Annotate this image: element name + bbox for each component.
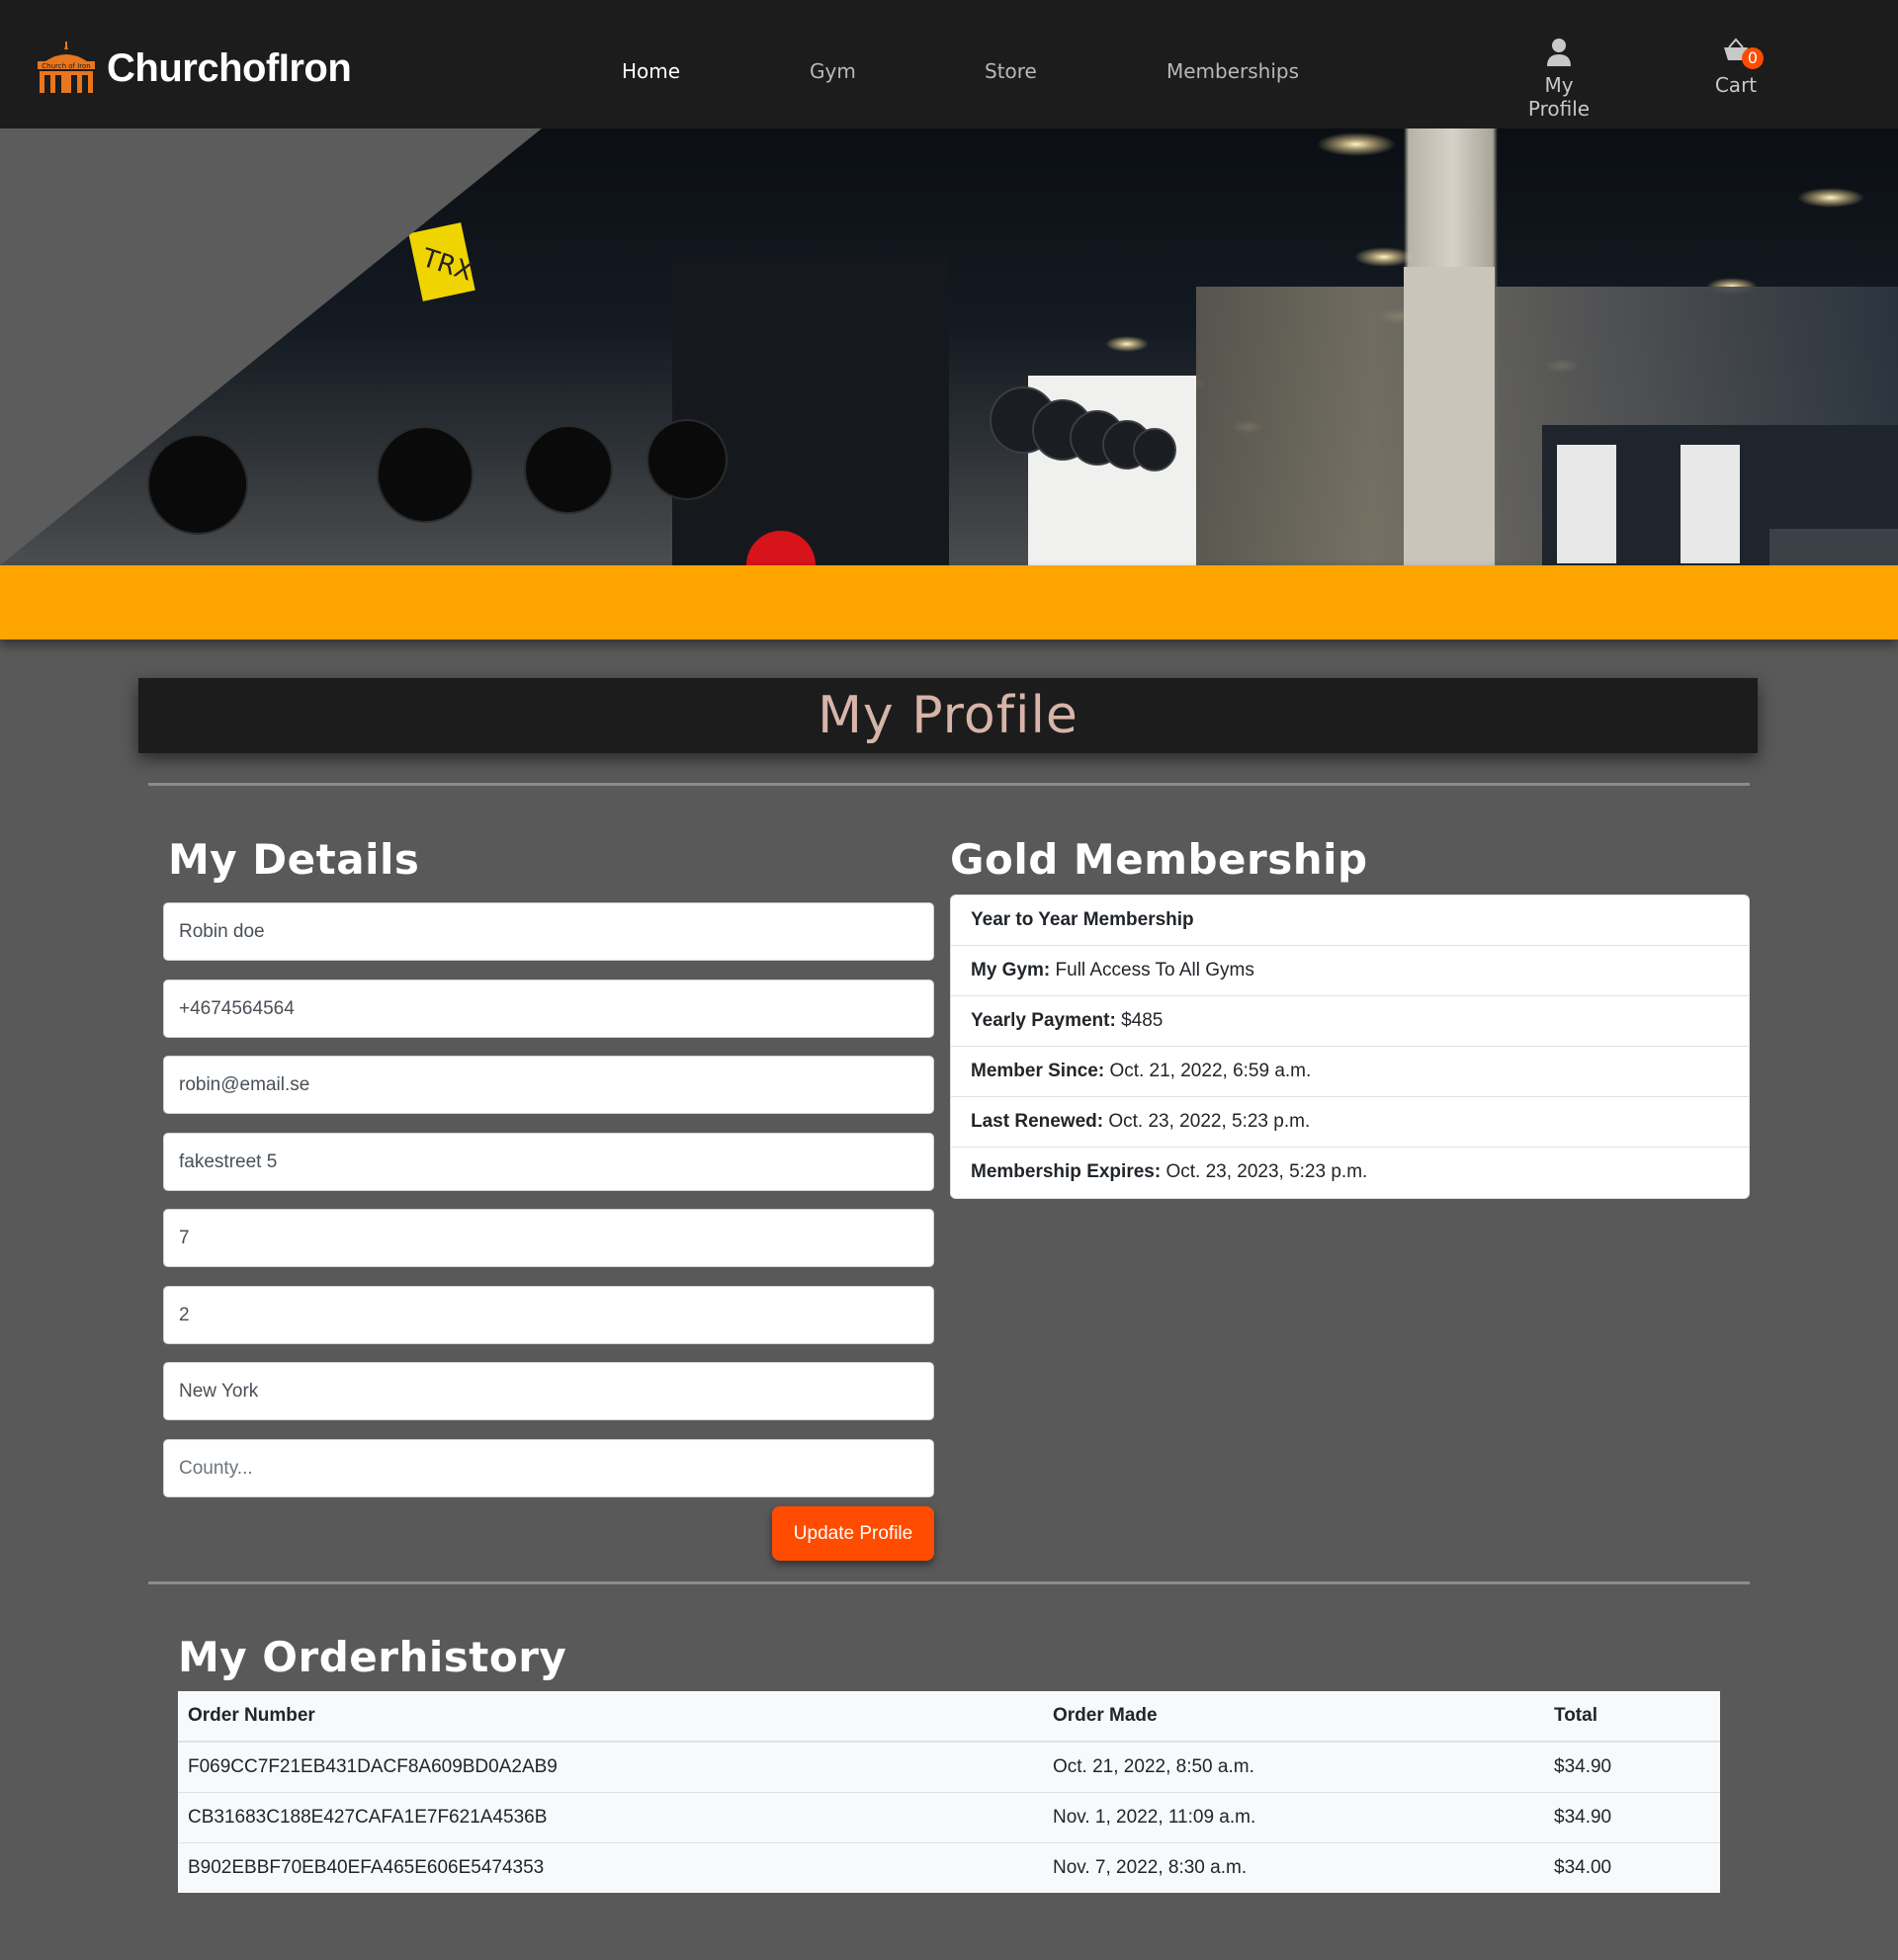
user-icon — [1514, 38, 1603, 67]
page-title-box: My Profile — [138, 678, 1758, 753]
my-details-heading: My Details — [168, 835, 420, 884]
membership-expires-value: Oct. 23, 2023, 5:23 p.m. — [1165, 1161, 1368, 1182]
table-header-row: Order Number Order Made Total — [178, 1691, 1720, 1743]
street-address1-input[interactable] — [163, 1133, 934, 1191]
cart-count-badge: 0 — [1742, 47, 1764, 69]
membership-expires-label: Membership Expires: — [971, 1161, 1162, 1182]
yearly-payment-label: Yearly Payment: — [971, 1010, 1116, 1031]
basket-icon: 0 — [1718, 38, 1764, 69]
church-logo-icon: Church of Iron — [38, 42, 95, 93]
cart-label: Cart — [1714, 73, 1758, 97]
order-date-cell: Oct. 21, 2022, 8:50 a.m. — [1043, 1742, 1544, 1793]
my-gym-row: My Gym: Full Access To All Gyms — [951, 946, 1749, 996]
order-date-cell: Nov. 1, 2022, 11:09 a.m. — [1043, 1792, 1544, 1843]
town-or-city-input[interactable] — [163, 1362, 934, 1420]
last-renewed-label: Last Renewed: — [971, 1111, 1104, 1132]
yearly-payment-value: $485 — [1121, 1010, 1164, 1031]
nav-cart[interactable]: 0 Cart — [1710, 38, 1764, 97]
column-header-order-number: Order Number — [178, 1691, 1043, 1743]
order-total-cell: $34.90 — [1544, 1792, 1720, 1843]
street-address2-input[interactable] — [163, 1209, 934, 1267]
order-history-table: Order Number Order Made Total F069CC7F21… — [178, 1691, 1720, 1893]
email-input[interactable] — [163, 1056, 934, 1114]
order-total-cell: $34.00 — [1554, 1856, 1612, 1878]
brand-name: ChurchofIron — [107, 45, 352, 90]
update-profile-button[interactable]: Update Profile — [772, 1506, 934, 1561]
table-row[interactable]: B902EBBF70EB40EFA465E606E5474353 Nov. 7,… — [178, 1842, 1720, 1893]
column-header-order-made: Order Made — [1043, 1691, 1544, 1743]
membership-type: Year to Year Membership — [971, 909, 1194, 930]
nav-my-profile[interactable]: My Profile — [1514, 38, 1603, 121]
county-input[interactable] — [163, 1439, 934, 1497]
membership-heading: Gold Membership — [950, 835, 1368, 884]
page-title: My Profile — [818, 686, 1078, 745]
nav-gym[interactable]: Gym — [810, 59, 856, 83]
membership-expires-row: Membership Expires: Oct. 23, 2023, 5:23 … — [951, 1148, 1749, 1198]
member-since-label: Member Since: — [971, 1061, 1105, 1081]
navbar: Church of Iron ChurchofIron Home Gym Sto… — [0, 0, 1898, 128]
membership-card: Year to Year Membership My Gym: Full Acc… — [950, 895, 1750, 1199]
last-renewed-value: Oct. 23, 2022, 5:23 p.m. — [1108, 1111, 1311, 1132]
nav-home[interactable]: Home — [622, 59, 680, 83]
yearly-payment-row: Yearly Payment: $485 — [951, 996, 1749, 1047]
nav-memberships[interactable]: Memberships — [1166, 59, 1299, 83]
member-since-value: Oct. 21, 2022, 6:59 a.m. — [1109, 1061, 1312, 1081]
logo-text: Church of Iron — [42, 62, 90, 70]
divider-bottom — [148, 1581, 1750, 1584]
phone-input[interactable] — [163, 980, 934, 1038]
my-gym-label: My Gym: — [971, 960, 1051, 980]
order-date-cell: Nov. 7, 2022, 8:30 a.m. — [1053, 1856, 1248, 1878]
order-total-cell: $34.90 — [1544, 1742, 1720, 1793]
order-number-cell[interactable]: B902EBBF70EB40EFA465E606E5474353 — [178, 1842, 1043, 1893]
column-header-total: Total — [1544, 1691, 1720, 1743]
order-number-cell[interactable]: F069CC7F21EB431DACF8A609BD0A2AB9 — [178, 1742, 1043, 1793]
last-renewed-row: Last Renewed: Oct. 23, 2022, 5:23 p.m. — [951, 1097, 1749, 1148]
brand[interactable]: Church of Iron ChurchofIron — [36, 42, 352, 95]
membership-type-row: Year to Year Membership — [951, 895, 1749, 946]
hero-banner: TRX — [0, 128, 1898, 565]
table-row[interactable]: CB31683C188E427CAFA1E7F621A4536B Nov. 1,… — [178, 1792, 1720, 1843]
divider-top — [148, 783, 1750, 786]
order-number-cell[interactable]: CB31683C188E427CAFA1E7F621A4536B — [178, 1792, 1043, 1843]
member-since-row: Member Since: Oct. 21, 2022, 6:59 a.m. — [951, 1047, 1749, 1097]
postcode-input[interactable] — [163, 1286, 934, 1344]
my-gym-value: Full Access To All Gyms — [1055, 960, 1254, 980]
order-history-heading: My Orderhistory — [178, 1633, 567, 1681]
nav-store[interactable]: Store — [985, 59, 1037, 83]
table-row[interactable]: F069CC7F21EB431DACF8A609BD0A2AB9 Oct. 21… — [178, 1742, 1720, 1793]
orange-accent-band — [0, 565, 1898, 639]
full-name-input[interactable] — [163, 902, 934, 961]
my-profile-label: My Profile — [1527, 73, 1591, 121]
